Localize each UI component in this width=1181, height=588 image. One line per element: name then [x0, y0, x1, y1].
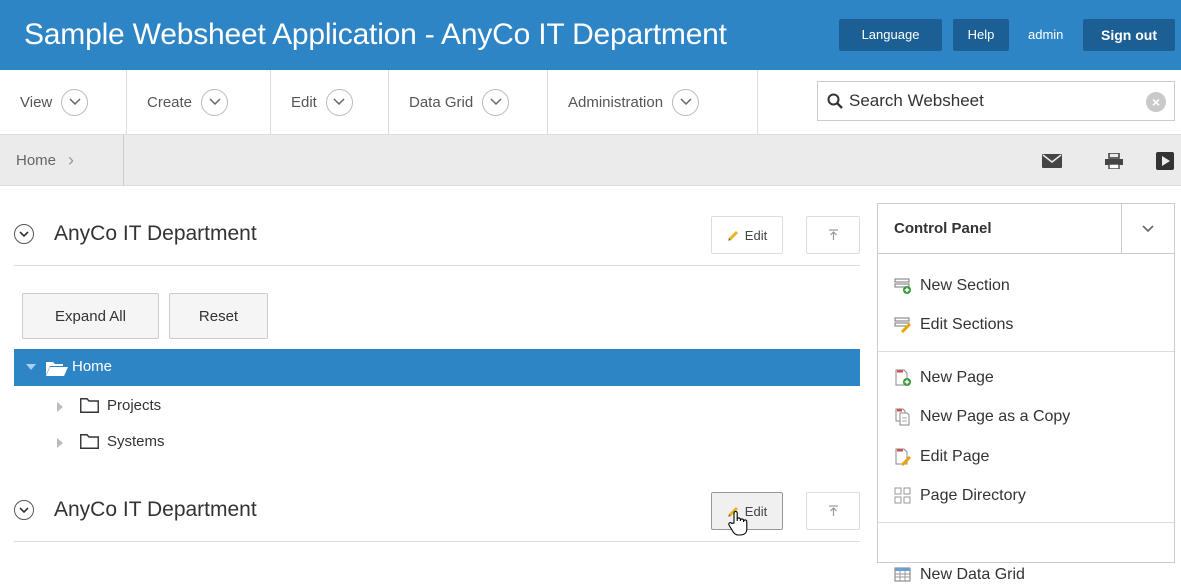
section-header: AnyCo IT Department Edit: [14, 480, 860, 542]
chevron-down-icon: [1142, 225, 1154, 233]
clear-search-icon[interactable]: ×: [1146, 92, 1166, 112]
chevron-down-icon[interactable]: [325, 88, 353, 116]
data-grid-icon: [894, 567, 911, 582]
page-directory-link[interactable]: Page Directory: [894, 483, 1026, 509]
hand-pointer-cursor-icon: [727, 510, 749, 536]
scroll-to-top-button[interactable]: [806, 492, 860, 530]
expand-triangle-icon[interactable]: [57, 438, 63, 448]
cp-item-label: Edit Page: [920, 448, 990, 465]
arrow-up-icon: [828, 229, 839, 241]
edit-sections-icon: [894, 317, 912, 333]
new-data-grid-link[interactable]: New Data Grid: [894, 562, 1025, 588]
edit-section-label: Edit: [744, 227, 768, 243]
menu-create[interactable]: Create: [127, 70, 271, 134]
help-button[interactable]: Help: [953, 19, 1009, 51]
section-title: AnyCo IT Department: [54, 222, 257, 245]
expand-all-button[interactable]: Expand All: [22, 293, 159, 339]
menu-edit-label: Edit: [291, 93, 317, 111]
cp-item-label: Page Directory: [920, 487, 1026, 504]
chevron-down-icon[interactable]: [482, 88, 510, 116]
new-page-copy-link[interactable]: New Page as a Copy: [894, 404, 1070, 430]
search-input[interactable]: [849, 91, 1129, 111]
chevron-down-icon[interactable]: [61, 88, 89, 116]
page-directory-icon: [894, 487, 911, 504]
cp-item-label: New Page: [920, 369, 994, 386]
divider: [878, 351, 1174, 352]
edit-sections-link[interactable]: Edit Sections: [894, 312, 1013, 338]
menu-data-grid[interactable]: Data Grid: [389, 70, 548, 134]
new-section-icon: [894, 278, 911, 294]
control-panel-toggle[interactable]: [1121, 204, 1174, 254]
control-panel: Control Panel New Section Edit Sections …: [877, 203, 1175, 583]
tree-node-projects[interactable]: Projects: [14, 389, 860, 424]
chevron-down-icon[interactable]: [201, 88, 229, 116]
new-page-icon: [895, 369, 911, 386]
menu-administration-label: Administration: [568, 93, 664, 111]
app-title: Sample Websheet Application - AnyCo IT D…: [24, 18, 727, 51]
reset-button[interactable]: Reset: [169, 293, 268, 339]
folder-icon: [80, 398, 99, 413]
breadcrumb-bar: Home ›: [0, 135, 1181, 186]
menu-create-label: Create: [147, 93, 193, 111]
search-websheet: ×: [817, 81, 1175, 121]
cp-item-label: New Section: [920, 277, 1010, 294]
menu-edit[interactable]: Edit: [271, 70, 389, 134]
tree-node-label: Home: [72, 358, 113, 375]
cp-item-label: New Data Grid: [920, 566, 1025, 583]
menu-bar: View Create Edit Data Grid Administratio…: [0, 70, 1181, 135]
presentation-play-icon[interactable]: [1149, 145, 1181, 177]
menu-data-grid-label: Data Grid: [409, 93, 474, 111]
control-panel-header: Control Panel: [878, 204, 1174, 254]
section-title: AnyCo IT Department: [54, 498, 257, 521]
collapse-icon[interactable]: [14, 224, 34, 244]
copy-page-icon: [895, 408, 910, 426]
edit-section-button[interactable]: Edit: [711, 216, 783, 254]
search-icon: [827, 93, 843, 109]
tree-node-label: Systems: [107, 433, 165, 450]
user-name: admin: [1028, 27, 1064, 42]
divider: [878, 522, 1174, 523]
edit-page-icon: [895, 448, 912, 466]
edit-page-link[interactable]: Edit Page: [894, 444, 989, 470]
arrow-up-icon: [828, 505, 839, 517]
collapse-icon[interactable]: [14, 500, 34, 520]
scroll-to-top-button[interactable]: [806, 216, 860, 254]
new-page-link[interactable]: New Page: [894, 365, 994, 391]
control-panel-title: Control Panel: [894, 220, 992, 237]
app-header: Sample Websheet Application - AnyCo IT D…: [0, 0, 1181, 70]
breadcrumb-home-label: Home: [16, 152, 57, 169]
menu-view[interactable]: View: [0, 70, 127, 134]
chevron-right-icon: ›: [68, 150, 75, 170]
menu-view-label: View: [20, 93, 53, 111]
open-folder-icon: [46, 360, 68, 376]
cp-item-label: New Page as a Copy: [920, 408, 1071, 425]
email-icon[interactable]: [1036, 145, 1068, 177]
print-icon[interactable]: [1098, 145, 1130, 177]
section-header: AnyCo IT Department Edit: [14, 204, 860, 266]
pencil-icon: [727, 229, 740, 242]
breadcrumb-home[interactable]: Home ›: [0, 135, 124, 186]
new-section-link[interactable]: New Section: [894, 273, 1010, 299]
tree-node-systems[interactable]: Systems: [14, 425, 860, 460]
cp-item-label: Edit Sections: [920, 316, 1014, 333]
expanded-triangle-icon: [26, 364, 36, 370]
chevron-down-icon[interactable]: [672, 88, 700, 116]
language-button[interactable]: Language: [839, 19, 942, 51]
tree-node-home[interactable]: Home: [14, 349, 860, 386]
menu-administration[interactable]: Administration: [548, 70, 758, 134]
tree-node-label: Projects: [107, 397, 162, 414]
expand-triangle-icon[interactable]: [57, 402, 63, 412]
sign-out-button[interactable]: Sign out: [1083, 19, 1175, 51]
folder-icon: [80, 434, 99, 449]
